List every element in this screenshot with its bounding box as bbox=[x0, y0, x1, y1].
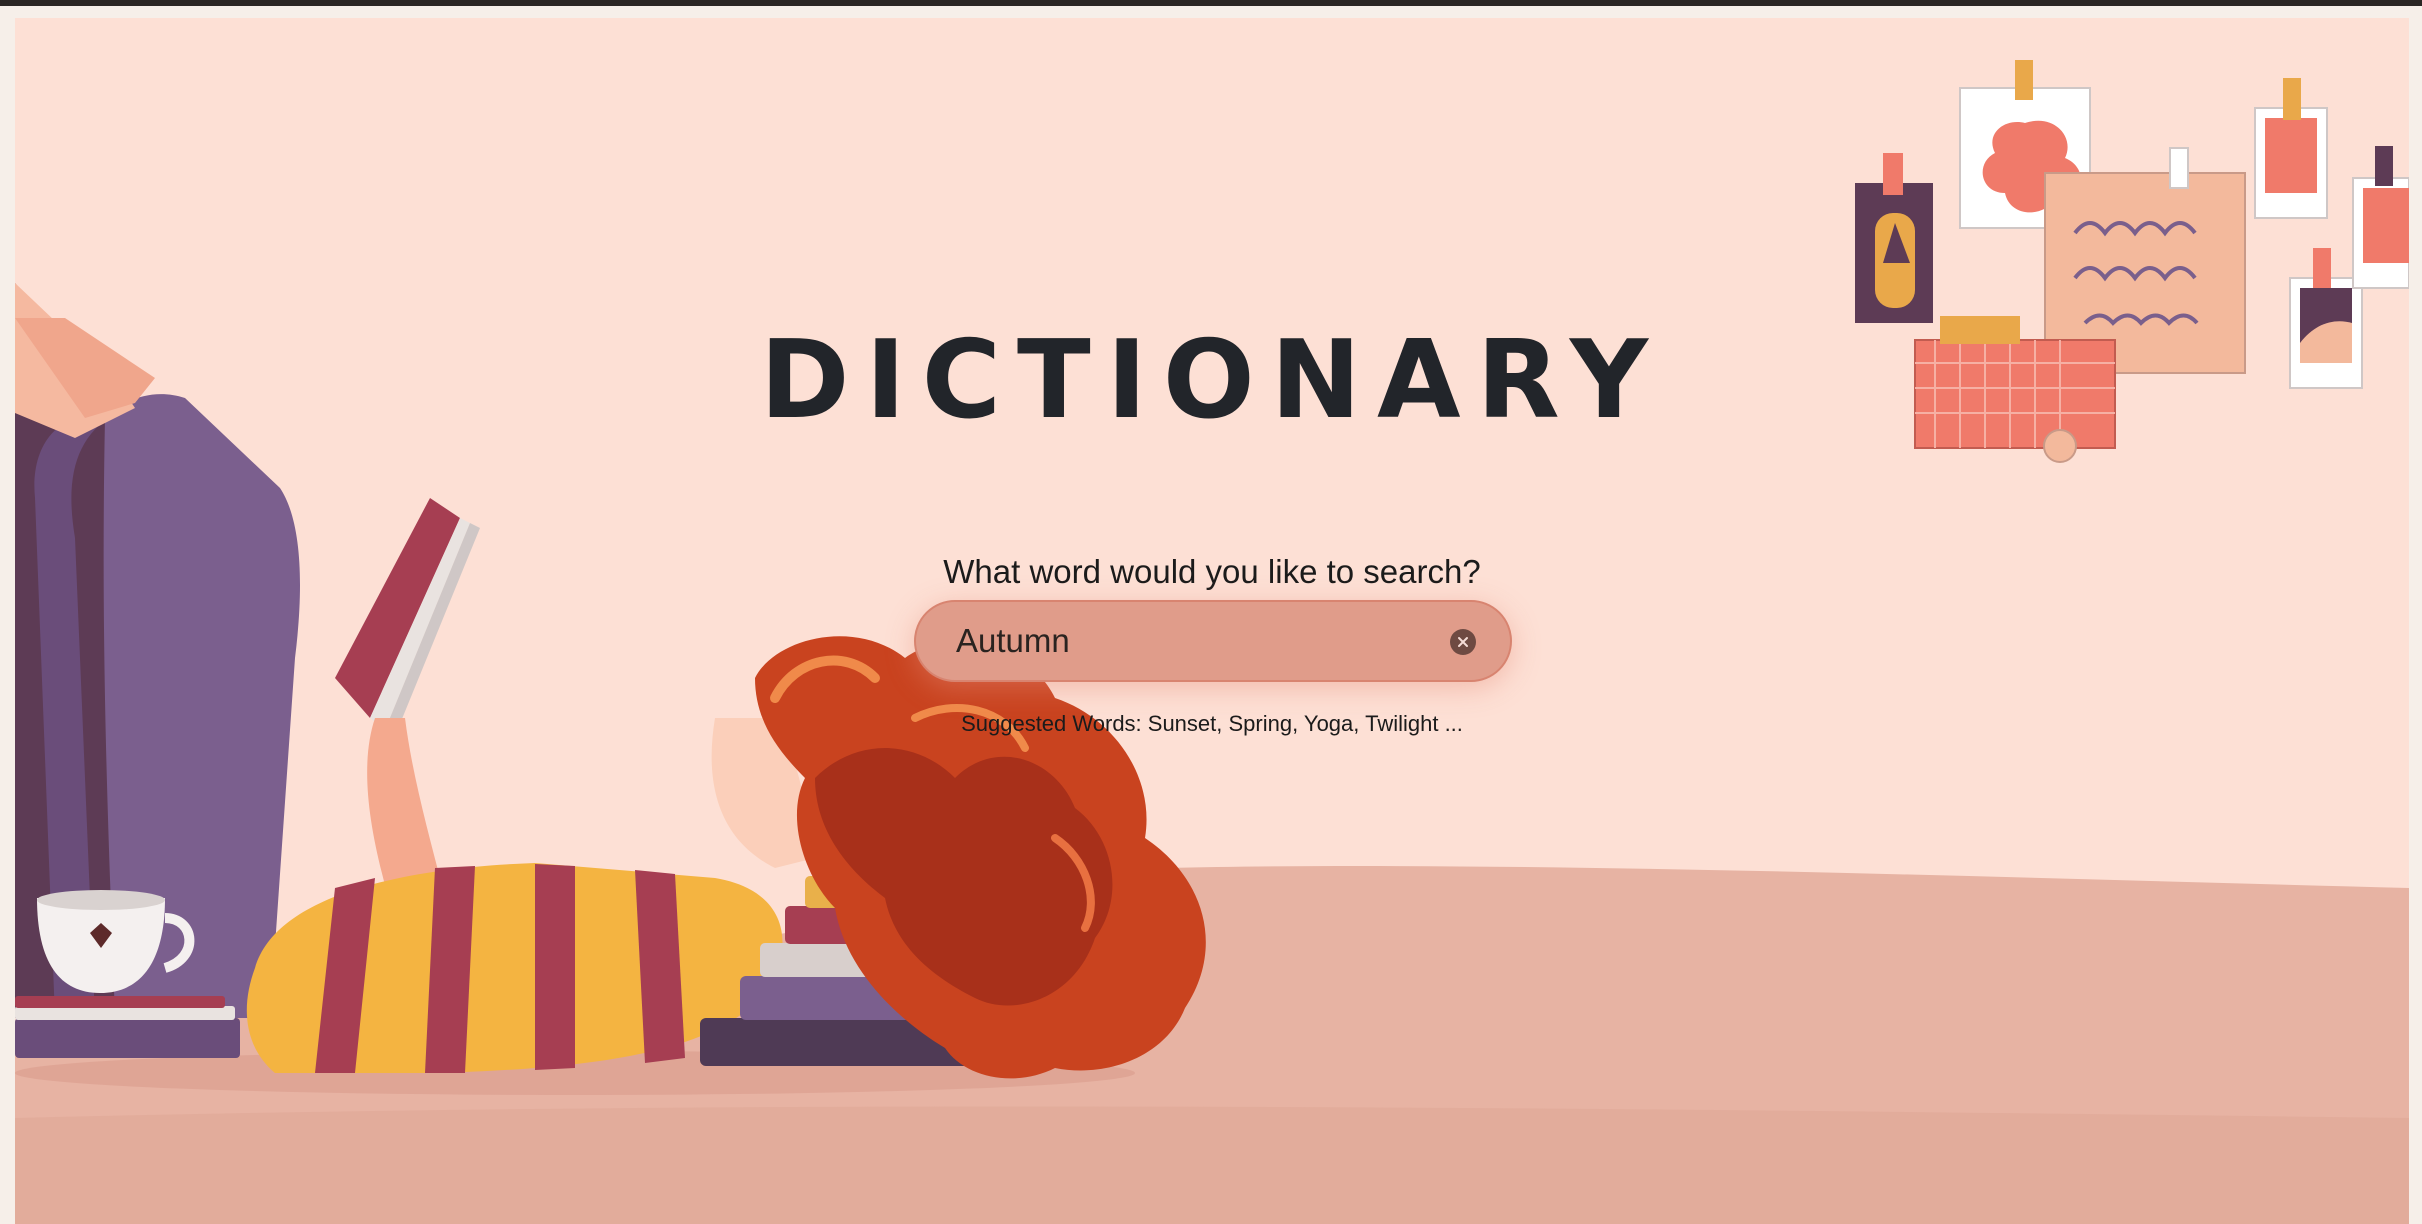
search-box bbox=[914, 600, 1512, 682]
page-stage: DICTIONARY What word would you like to s… bbox=[15, 18, 2409, 1224]
close-circle-icon bbox=[1458, 637, 1468, 647]
page-title: DICTIONARY bbox=[759, 318, 1665, 443]
clear-search-button[interactable] bbox=[1450, 629, 1476, 655]
search-input[interactable] bbox=[956, 602, 1426, 680]
search-prompt-label: What word would you like to search? bbox=[943, 553, 1481, 590]
suggested-words: Suggested Words: Sunset, Spring, Yoga, T… bbox=[961, 711, 1463, 736]
window-top-strip bbox=[0, 0, 2422, 18]
